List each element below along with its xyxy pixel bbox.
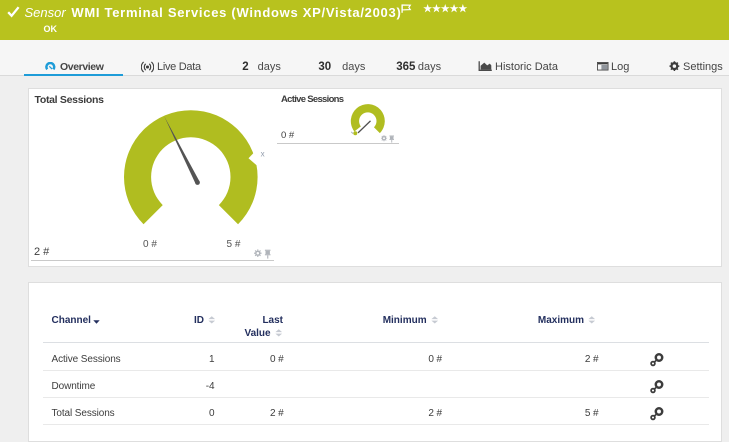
svg-text:x: x	[261, 149, 265, 158]
